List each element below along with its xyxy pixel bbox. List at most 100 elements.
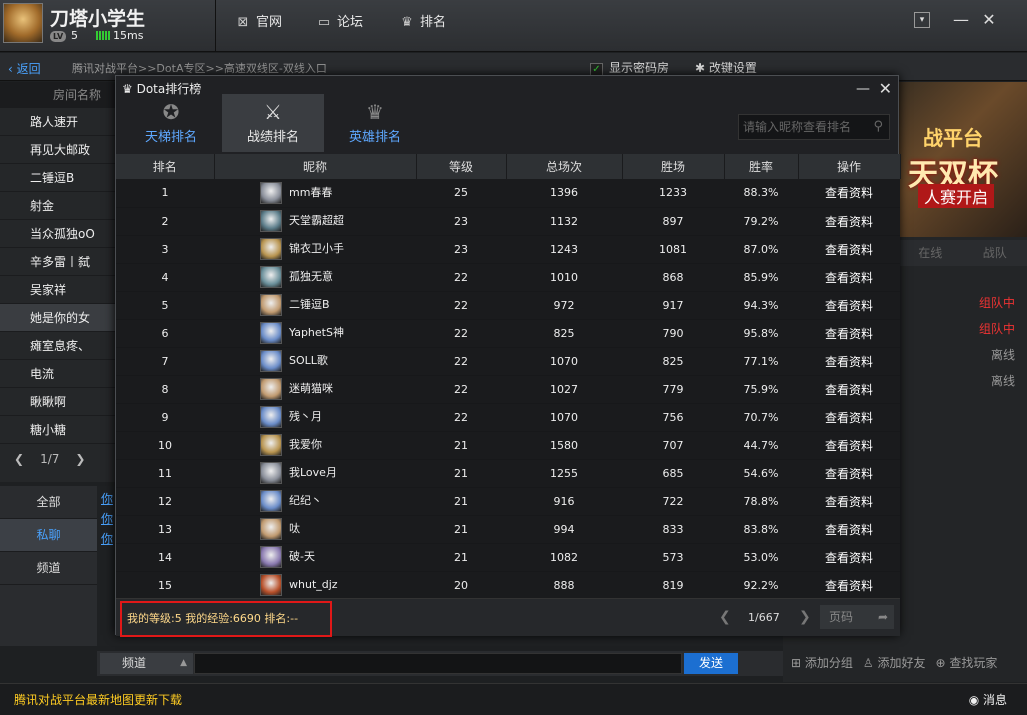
view-profile-button[interactable]: 查看资料 — [798, 179, 900, 208]
view-profile-button[interactable]: 查看资料 — [798, 515, 900, 544]
nav-official[interactable]: ⊠ 官网 — [236, 12, 282, 34]
user-avatar[interactable] — [3, 3, 43, 43]
view-profile-button[interactable]: 查看资料 — [798, 571, 900, 600]
search-icon[interactable]: ⚲ — [873, 119, 883, 134]
status-bar: 腾讯对战平台最新地图更新下载 ◉ 消息 — [0, 683, 1027, 715]
room-item[interactable]: 再见大邮政 — [0, 136, 115, 164]
room-item[interactable]: 当众孤独oO — [0, 220, 115, 248]
view-profile-button[interactable]: 查看资料 — [798, 459, 900, 488]
view-profile-button[interactable]: 查看资料 — [798, 263, 900, 292]
channel-select[interactable]: 频道 ▲ — [100, 653, 193, 674]
room-list-header: 房间名称 — [0, 82, 115, 108]
col-header-nick[interactable]: 昵称 — [214, 154, 417, 179]
view-profile-button[interactable]: 查看资料 — [798, 291, 900, 320]
view-profile-button[interactable]: 查看资料 — [798, 347, 900, 376]
room-item[interactable]: 瞅瞅啊 — [0, 388, 115, 416]
total-games-cell: 1396 — [506, 179, 622, 208]
nav-rank[interactable]: ♛ 排名 — [400, 12, 446, 34]
minimize-icon[interactable]: — — [856, 76, 870, 102]
next-page-icon[interactable]: ❯ — [75, 444, 85, 474]
room-item[interactable]: 路人速开 — [0, 108, 115, 136]
col-header-wins[interactable]: 胜场 — [622, 154, 725, 179]
wins-cell: 825 — [622, 347, 724, 376]
tab-team[interactable]: 战队 — [962, 240, 1027, 266]
chat-tab-private[interactable]: 私聊 — [0, 519, 97, 552]
table-row[interactable]: 14 破-天 21 1082 573 53.0% 查看资料 — [116, 543, 900, 572]
col-header-rank[interactable]: 排名 — [116, 154, 215, 179]
tab-record-rank[interactable]: ⚔ 战绩排名 — [222, 94, 324, 152]
room-item[interactable]: 吴家祥 — [0, 276, 115, 304]
view-profile-button[interactable]: 查看资料 — [798, 403, 900, 432]
room-item[interactable]: 糖小糖 — [0, 416, 115, 444]
nick-cell: 我爱你 — [214, 431, 416, 460]
chat-tab-channel[interactable]: 频道 — [0, 552, 97, 585]
tab-hero-rank[interactable]: ♛ 英雄排名 — [324, 94, 426, 152]
view-profile-button[interactable]: 查看资料 — [798, 487, 900, 516]
leaderboard-table: 排名 昵称 等级 总场次 胜场 胜率 操作 1 mm春春 25 1396 1233 88.… — [116, 154, 901, 600]
col-header-action[interactable]: 操作 — [798, 154, 901, 179]
table-row[interactable]: 6 YaphetS神 22 825 790 95.8% 查看资料 — [116, 319, 900, 348]
col-header-level[interactable]: 等级 — [416, 154, 507, 179]
table-row[interactable]: 11 我Love月 21 1255 685 54.6% 查看资料 — [116, 459, 900, 488]
room-pager: ❮ 1/7 ❯ — [0, 444, 115, 474]
back-button[interactable]: ‹ 返回 — [8, 60, 41, 77]
tab-ladder-rank[interactable]: ✪ 天梯排名 — [120, 94, 222, 152]
chat-link[interactable]: 你 — [101, 510, 113, 527]
show-password-room-toggle[interactable]: ✓ 显示密码房 — [590, 59, 669, 76]
jump-arrow-icon[interactable]: ➦ — [878, 605, 888, 629]
next-page-icon[interactable]: ❯ — [799, 609, 811, 625]
table-row[interactable]: 9 残丶月 22 1070 756 70.7% 查看资料 — [116, 403, 900, 432]
find-player-button[interactable]: ⊕ 查找玩家 — [935, 654, 997, 671]
view-profile-button[interactable]: 查看资料 — [798, 375, 900, 404]
table-row[interactable]: 13 呔 21 994 833 83.8% 查看资料 — [116, 515, 900, 544]
room-item[interactable]: 电流 — [0, 360, 115, 388]
col-header-total[interactable]: 总场次 — [506, 154, 623, 179]
level-cell: 23 — [416, 207, 506, 236]
page-jump-input[interactable]: 页码 ➦ — [820, 605, 894, 629]
search-input[interactable] — [743, 118, 863, 136]
total-games-cell: 825 — [506, 319, 622, 348]
table-row[interactable]: 4 孤独无意 22 1010 868 85.9% 查看资料 — [116, 263, 900, 292]
prev-page-icon[interactable]: ❮ — [719, 609, 731, 625]
send-button[interactable]: 发送 — [684, 653, 738, 674]
chat-input[interactable] — [194, 653, 682, 674]
view-profile-button[interactable]: 查看资料 — [798, 543, 900, 572]
room-item[interactable]: 射金 — [0, 192, 115, 220]
view-profile-button[interactable]: 查看资料 — [798, 235, 900, 264]
find-player-label: 查找玩家 — [949, 655, 998, 670]
table-row[interactable]: 8 迷萌猫咪 22 1027 779 75.9% 查看资料 — [116, 375, 900, 404]
room-item[interactable]: 瘫室息疼、 — [0, 332, 115, 360]
nav-forum[interactable]: ▭ 论坛 — [317, 12, 363, 34]
room-item[interactable]: 辛多雷丨弑 — [0, 248, 115, 276]
messages-button[interactable]: ◉ 消息 — [969, 691, 1007, 708]
nick-cell: 残丶月 — [214, 403, 416, 432]
dropdown-menu-icon[interactable]: ▾ — [914, 12, 930, 28]
table-row[interactable]: 10 我爱你 21 1580 707 44.7% 查看资料 — [116, 431, 900, 460]
prev-page-icon[interactable]: ❮ — [14, 444, 24, 474]
col-header-rate[interactable]: 胜率 — [724, 154, 799, 179]
tab-online[interactable]: 在线 — [898, 240, 963, 266]
view-profile-button[interactable]: 查看资料 — [798, 207, 900, 236]
table-row[interactable]: 15 whut_djz 20 888 819 92.2% 查看资料 — [116, 571, 900, 600]
close-icon[interactable]: ✕ — [979, 10, 999, 30]
view-profile-button[interactable]: 查看资料 — [798, 431, 900, 460]
map-update-link[interactable]: 腾讯对战平台最新地图更新下载 — [14, 691, 182, 708]
view-profile-button[interactable]: 查看资料 — [798, 319, 900, 348]
table-row[interactable]: 7 SOLL歌 22 1070 825 77.1% 查看资料 — [116, 347, 900, 376]
close-icon[interactable]: ✕ — [879, 76, 892, 102]
minimize-icon[interactable]: — — [951, 10, 971, 30]
chat-tab-all[interactable]: 全部 — [0, 486, 97, 519]
add-friend-button[interactable]: ♙ 添加好友 — [863, 654, 926, 671]
add-group-button[interactable]: ⊞ 添加分组 — [791, 654, 853, 671]
table-row[interactable]: 2 天堂霸超超 23 1132 897 79.2% 查看资料 — [116, 207, 900, 236]
table-row[interactable]: 1 mm春春 25 1396 1233 88.3% 查看资料 — [116, 179, 900, 208]
key-settings-button[interactable]: ✱ 改键设置 — [695, 59, 757, 76]
table-row[interactable]: 5 二锤逗B 22 972 917 94.3% 查看资料 — [116, 291, 900, 320]
win-rate-cell: 87.0% — [724, 235, 798, 264]
room-item[interactable]: 二锤逗B — [0, 164, 115, 192]
table-row[interactable]: 3 锦衣卫小手 23 1243 1081 87.0% 查看资料 — [116, 235, 900, 264]
chat-link[interactable]: 你 — [101, 490, 113, 507]
chat-link[interactable]: 你 — [101, 530, 113, 547]
room-item[interactable]: 她是你的女 — [0, 304, 115, 332]
table-row[interactable]: 12 纪纪丶 21 916 722 78.8% 查看资料 — [116, 487, 900, 516]
